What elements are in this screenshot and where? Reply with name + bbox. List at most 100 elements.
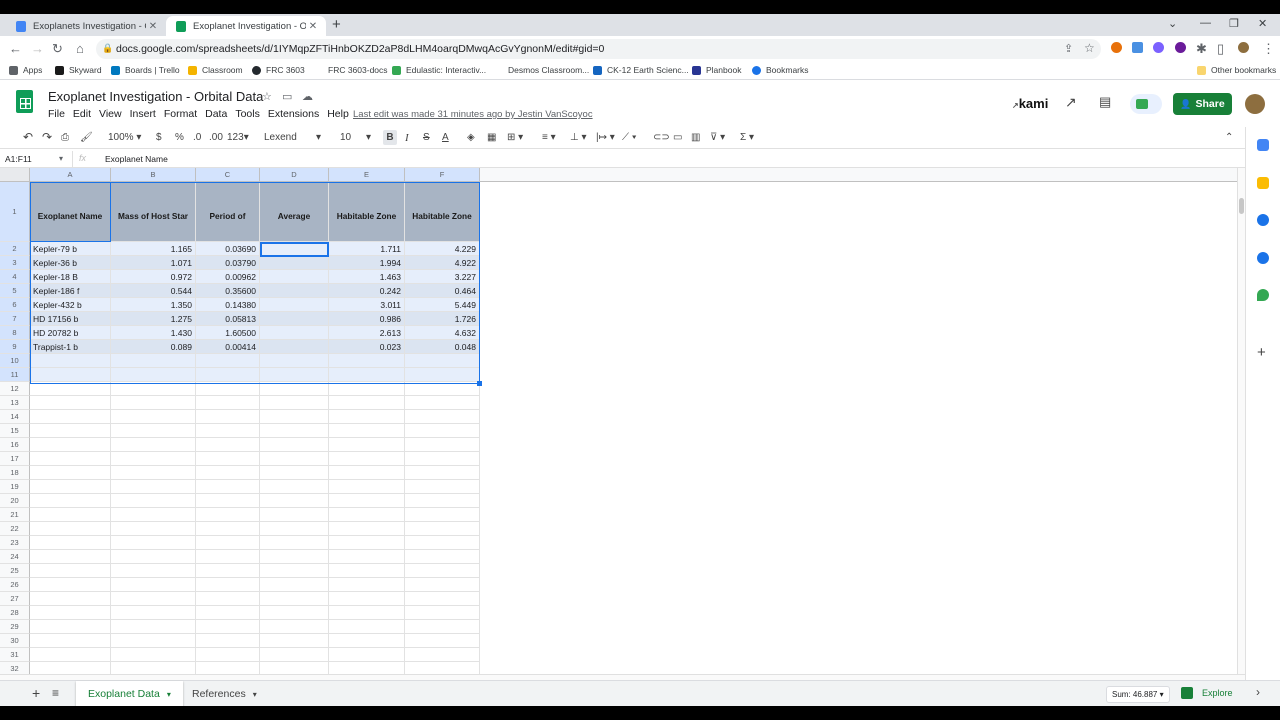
empty-cell[interactable] (405, 522, 480, 536)
empty-cell[interactable] (329, 508, 405, 522)
profile-icon[interactable] (1238, 42, 1249, 53)
data-cell[interactable]: 0.14380 (196, 298, 260, 312)
row-header[interactable]: 14 (0, 410, 30, 424)
empty-cell[interactable] (196, 368, 260, 382)
currency-button[interactable]: $ (156, 132, 162, 143)
data-cell[interactable] (260, 312, 329, 326)
data-cell[interactable]: 1.711 (329, 242, 405, 256)
data-cell[interactable] (260, 340, 329, 354)
row-header[interactable]: 30 (0, 634, 30, 648)
empty-cell[interactable] (196, 466, 260, 480)
empty-cell[interactable] (405, 648, 480, 662)
menu-data[interactable]: Data (205, 108, 227, 120)
strikethrough-button[interactable]: S (423, 132, 430, 143)
row-header[interactable]: 10 (0, 354, 30, 368)
row-header[interactable]: 5 (0, 284, 30, 298)
text-rotate-icon[interactable]: ⟋ ▾ (622, 132, 637, 143)
empty-cell[interactable] (405, 592, 480, 606)
empty-cell[interactable] (260, 354, 329, 368)
empty-cell[interactable] (30, 550, 111, 564)
menu-icon[interactable]: ⋮ (1262, 41, 1275, 57)
empty-cell[interactable] (196, 550, 260, 564)
empty-cell[interactable] (260, 648, 329, 662)
empty-cell[interactable] (111, 452, 196, 466)
formula-input[interactable]: Exoplanet Name (105, 154, 168, 164)
data-cell[interactable]: Trappist-1 b (30, 340, 111, 354)
empty-cell[interactable] (111, 424, 196, 438)
empty-cell[interactable] (329, 424, 405, 438)
bookmark[interactable]: Desmos Classroom... (494, 65, 589, 75)
empty-cell[interactable] (30, 634, 111, 648)
row-header[interactable]: 27 (0, 592, 30, 606)
font-size-select[interactable]: 10 ▾ (340, 132, 374, 143)
empty-cell[interactable] (260, 564, 329, 578)
empty-cell[interactable] (260, 550, 329, 564)
empty-cell[interactable] (260, 662, 329, 674)
empty-cell[interactable] (196, 480, 260, 494)
data-cell[interactable]: 0.35600 (196, 284, 260, 298)
sheets-logo[interactable] (16, 90, 33, 113)
row-header[interactable]: 6 (0, 298, 30, 312)
menu-insert[interactable]: Insert (130, 108, 156, 120)
font-select[interactable]: Lexend ▾ (264, 132, 324, 143)
minimize-button[interactable]: — (1200, 17, 1211, 29)
empty-cell[interactable] (260, 508, 329, 522)
all-sheets-icon[interactable]: ≡ (52, 686, 59, 700)
data-cell[interactable] (260, 242, 329, 256)
row-header[interactable]: 17 (0, 452, 30, 466)
empty-cell[interactable] (260, 522, 329, 536)
empty-cell[interactable] (329, 564, 405, 578)
row-header[interactable]: 11 (0, 368, 30, 382)
bookmark[interactable]: Classroom (188, 65, 243, 75)
empty-cell[interactable] (30, 536, 111, 550)
scrollbar-thumb[interactable] (1239, 198, 1244, 214)
avatar[interactable] (1245, 94, 1265, 114)
empty-cell[interactable] (111, 536, 196, 550)
empty-cell[interactable] (405, 480, 480, 494)
empty-cell[interactable] (329, 466, 405, 480)
empty-cell[interactable] (30, 424, 111, 438)
document-title[interactable]: Exoplanet Investigation - Orbital Data (48, 89, 263, 104)
empty-cell[interactable] (196, 494, 260, 508)
new-tab-button[interactable]: + (332, 16, 341, 33)
empty-cell[interactable] (196, 396, 260, 410)
header-cell[interactable]: Exoplanet Name (30, 182, 111, 242)
row-header[interactable]: 31 (0, 648, 30, 662)
browser-tab[interactable]: Exoplanets Investigation - Goog ✕ (6, 16, 166, 36)
row-header[interactable]: 21 (0, 508, 30, 522)
empty-cell[interactable] (329, 382, 405, 396)
row-header[interactable]: 23 (0, 536, 30, 550)
data-cell[interactable]: 0.00414 (196, 340, 260, 354)
empty-cell[interactable] (405, 382, 480, 396)
menu-tools[interactable]: Tools (235, 108, 260, 120)
bold-button[interactable]: B (383, 130, 397, 145)
empty-cell[interactable] (260, 396, 329, 410)
empty-cell[interactable] (196, 452, 260, 466)
data-cell[interactable]: 0.464 (405, 284, 480, 298)
empty-cell[interactable] (30, 382, 111, 396)
empty-cell[interactable] (329, 480, 405, 494)
empty-cell[interactable] (30, 354, 111, 368)
data-cell[interactable]: 1.726 (405, 312, 480, 326)
extension-icon[interactable] (1175, 42, 1186, 53)
data-cell[interactable]: Kepler-36 b (30, 256, 111, 270)
align-horizontal-icon[interactable]: ≡ ▾ (542, 132, 556, 143)
column-header[interactable]: A (30, 168, 111, 182)
share-button[interactable]: 👤 Share (1173, 93, 1232, 115)
data-cell[interactable]: 1.430 (111, 326, 196, 340)
empty-cell[interactable] (405, 662, 480, 674)
empty-cell[interactable] (111, 354, 196, 368)
empty-cell[interactable] (329, 592, 405, 606)
address-bar[interactable]: 🔒 docs.google.com/spreadsheets/d/1IYMqpZ… (96, 39, 1101, 59)
empty-cell[interactable] (405, 368, 480, 382)
empty-cell[interactable] (111, 438, 196, 452)
row-header[interactable]: 12 (0, 382, 30, 396)
empty-cell[interactable] (111, 648, 196, 662)
header-cell[interactable]: Mass of Host Star (solar masses) M (111, 182, 196, 242)
empty-cell[interactable] (405, 550, 480, 564)
empty-cell[interactable] (30, 620, 111, 634)
empty-cell[interactable] (405, 634, 480, 648)
row-header[interactable]: 20 (0, 494, 30, 508)
empty-cell[interactable] (196, 578, 260, 592)
empty-cell[interactable] (196, 354, 260, 368)
